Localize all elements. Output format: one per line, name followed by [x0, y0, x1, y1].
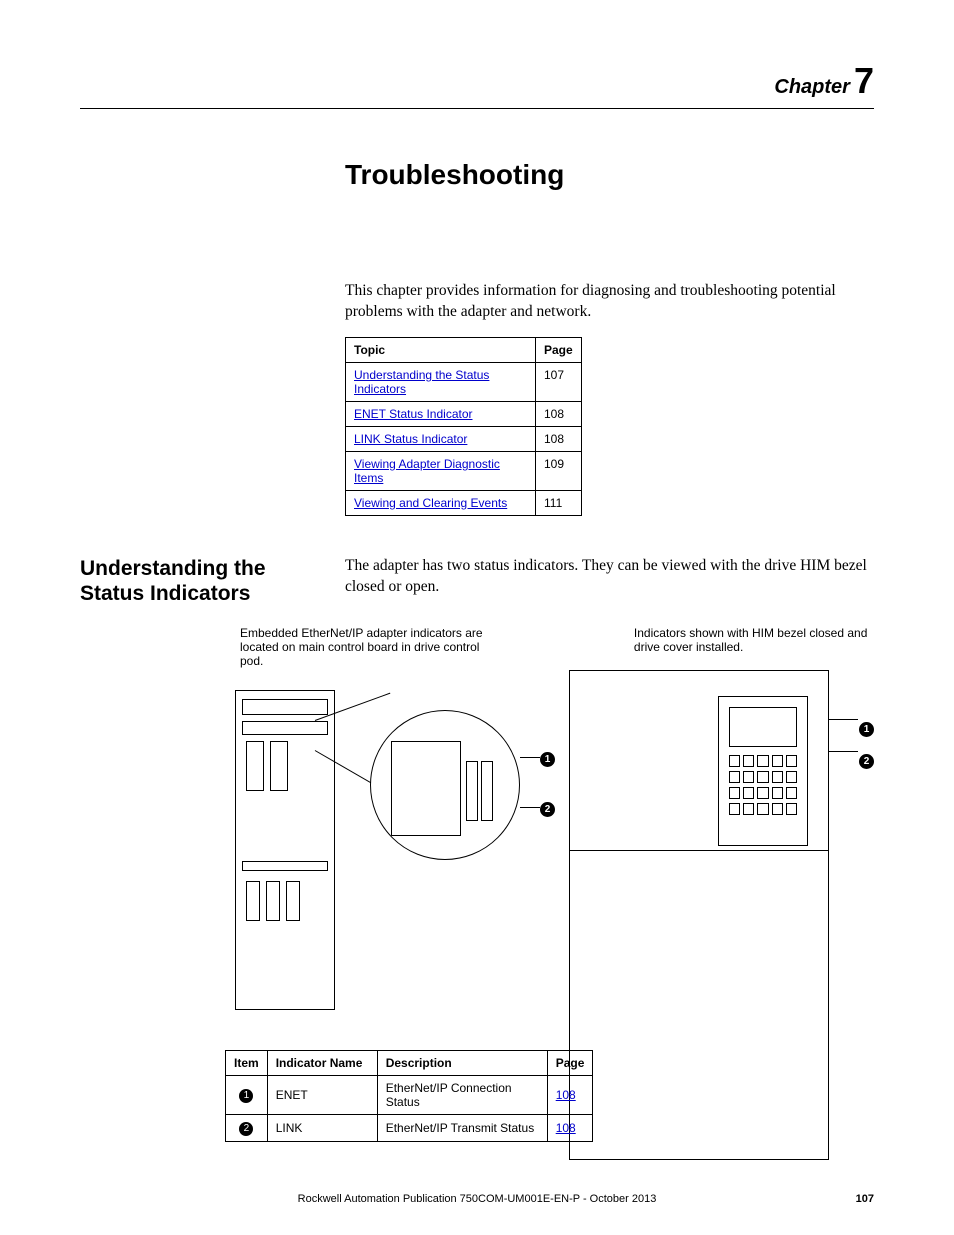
- zoom-detail-circle: [370, 710, 520, 860]
- topic-page: 108: [536, 401, 582, 426]
- callout-2: 2: [540, 800, 555, 817]
- page-link[interactable]: 108: [556, 1088, 576, 1102]
- footer-page-number: 107: [856, 1193, 874, 1205]
- page-title: Troubleshooting: [345, 159, 874, 191]
- chapter-label: Chapter: [774, 76, 850, 98]
- control-board-diagram: [235, 690, 335, 1010]
- topic-page: 109: [536, 451, 582, 490]
- table-row: 1 ENET EtherNet/IP Connection Status 108: [226, 1076, 593, 1115]
- ind-header-item: Item: [226, 1051, 268, 1076]
- callout-2-right: 2: [859, 752, 874, 769]
- indicator-table: Item Indicator Name Description Page 1 E…: [225, 1050, 593, 1142]
- topic-page: 107: [536, 362, 582, 401]
- table-row: ENET Status Indicator 108: [346, 401, 582, 426]
- page-header: Page: [536, 337, 582, 362]
- topic-table: Topic Page Understanding the Status Indi…: [345, 337, 582, 516]
- topic-link[interactable]: Viewing Adapter Diagnostic Items: [354, 457, 500, 485]
- him-bezel: [718, 696, 808, 846]
- section-heading: Understanding the Status Indicators: [80, 556, 345, 606]
- diagram-caption-left: Embedded EtherNet/IP adapter indicators …: [240, 626, 494, 668]
- intro-paragraph: This chapter provides information for di…: [345, 281, 874, 323]
- diagram-area: 1 2 1 2: [80, 680, 874, 1160]
- topic-page: 108: [536, 426, 582, 451]
- table-row: 2 LINK EtherNet/IP Transmit Status 108: [226, 1115, 593, 1142]
- item-badge: 2: [239, 1122, 253, 1136]
- indicator-name: LINK: [267, 1115, 377, 1142]
- table-row: LINK Status Indicator 108: [346, 426, 582, 451]
- callout-1: 1: [540, 750, 555, 767]
- topic-link[interactable]: LINK Status Indicator: [354, 432, 467, 446]
- indicator-desc: EtherNet/IP Connection Status: [377, 1076, 547, 1115]
- indicator-desc: EtherNet/IP Transmit Status: [377, 1115, 547, 1142]
- table-row: Viewing Adapter Diagnostic Items 109: [346, 451, 582, 490]
- ind-header-page: Page: [547, 1051, 593, 1076]
- drive-enclosure-diagram: [569, 670, 829, 1160]
- topic-header: Topic: [346, 337, 536, 362]
- topic-page: 111: [536, 490, 582, 515]
- diagram-caption-right: Indicators shown with HIM bezel closed a…: [634, 626, 874, 668]
- indicator-name: ENET: [267, 1076, 377, 1115]
- ind-header-name: Indicator Name: [267, 1051, 377, 1076]
- chapter-marker: Chapter7: [80, 60, 874, 102]
- ind-header-desc: Description: [377, 1051, 547, 1076]
- page-link[interactable]: 108: [556, 1121, 576, 1135]
- section-text: The adapter has two status indicators. T…: [345, 556, 874, 598]
- page-footer: Rockwell Automation Publication 750COM-U…: [80, 1193, 874, 1205]
- callout-1-right: 1: [859, 720, 874, 737]
- topic-link[interactable]: Viewing and Clearing Events: [354, 496, 507, 510]
- topic-link[interactable]: ENET Status Indicator: [354, 407, 473, 421]
- footer-text: Rockwell Automation Publication 750COM-U…: [298, 1193, 657, 1205]
- item-badge: 1: [239, 1089, 253, 1103]
- chapter-number: 7: [854, 60, 874, 101]
- table-row: Viewing and Clearing Events 111: [346, 490, 582, 515]
- topic-link[interactable]: Understanding the Status Indicators: [354, 368, 489, 396]
- header-rule: [80, 108, 874, 109]
- table-row: Understanding the Status Indicators 107: [346, 362, 582, 401]
